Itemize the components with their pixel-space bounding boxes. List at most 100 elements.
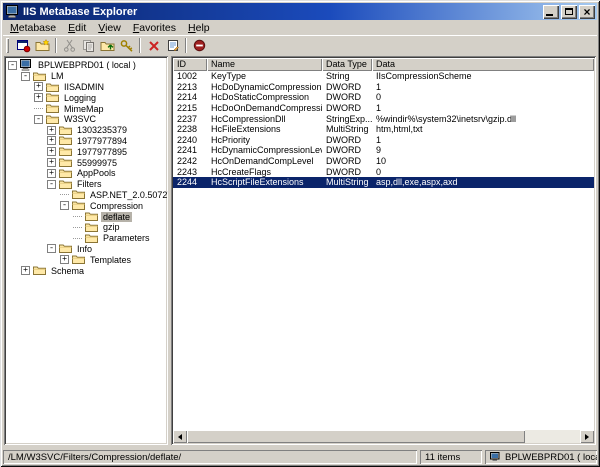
cell-data-type: DWORD bbox=[322, 167, 372, 177]
tree-item-label: LM bbox=[49, 71, 66, 81]
menu-view[interactable]: View bbox=[92, 22, 127, 35]
list-row-2238[interactable]: 2238HcFileExtensionsMultiStringhtm,html,… bbox=[173, 124, 594, 135]
cell-data: 9 bbox=[372, 145, 594, 155]
scroll-left-icon bbox=[175, 434, 182, 440]
cell-id: 2213 bbox=[173, 82, 207, 92]
cell-data: 0 bbox=[372, 92, 594, 102]
scroll-left-button[interactable] bbox=[173, 430, 187, 443]
tree-expand-icon[interactable]: + bbox=[47, 158, 56, 167]
add-data-button[interactable] bbox=[117, 37, 136, 54]
list-row-2237[interactable]: 2237HcCompressionDllStringExp...%windir%… bbox=[173, 113, 594, 124]
column-header-data[interactable]: Data bbox=[372, 58, 594, 71]
tree-collapse-icon[interactable]: - bbox=[21, 72, 30, 81]
tree-expand-icon[interactable]: + bbox=[47, 169, 56, 178]
tree-item-1977977895[interactable]: +1977977895 bbox=[8, 146, 166, 157]
tree-item-asp-net-2-0-50727-0[interactable]: ASP.NET_2.0.50727.0 bbox=[8, 190, 166, 201]
toolbar-grip[interactable] bbox=[6, 38, 9, 53]
tree-item-label: Parameters bbox=[101, 233, 152, 243]
tree-expand-icon[interactable]: + bbox=[34, 82, 43, 91]
cell-id: 2238 bbox=[173, 124, 207, 134]
tree-expand-icon[interactable]: + bbox=[21, 266, 30, 275]
scroll-track[interactable] bbox=[187, 430, 580, 443]
menu-favorites[interactable]: Favorites bbox=[127, 22, 182, 35]
tree-item-compression[interactable]: -Compression bbox=[8, 200, 166, 211]
horizontal-scrollbar[interactable] bbox=[173, 430, 594, 443]
tree-item-schema[interactable]: +Schema bbox=[8, 265, 166, 276]
tree-item-templates[interactable]: +Templates bbox=[8, 254, 166, 265]
new-record-button[interactable] bbox=[14, 37, 33, 54]
tree-item-lm[interactable]: - LM bbox=[8, 71, 166, 82]
menu-edit[interactable]: Edit bbox=[62, 22, 92, 35]
tree-collapse-icon[interactable]: - bbox=[8, 61, 17, 70]
tree-item-parameters[interactable]: Parameters bbox=[8, 233, 166, 244]
tree-item-label: ASP.NET_2.0.50727.0 bbox=[88, 190, 168, 200]
tree-item-deflate[interactable]: deflate bbox=[8, 211, 166, 222]
tree-expand-icon[interactable]: + bbox=[47, 147, 56, 156]
tree-collapse-icon[interactable]: - bbox=[47, 244, 56, 253]
column-header-name[interactable]: Name bbox=[207, 58, 322, 71]
list-row-2242[interactable]: 2242HcOnDemandCompLevelDWORD10 bbox=[173, 156, 594, 167]
titlebar[interactable]: IIS Metabase Explorer bbox=[3, 3, 597, 20]
cell-name: HcCompressionDll bbox=[207, 114, 322, 124]
maximize-button[interactable] bbox=[561, 5, 577, 19]
list-row-2213[interactable]: 2213HcDoDynamicCompressionDWORD1 bbox=[173, 82, 594, 93]
list-row-2214[interactable]: 2214HcDoStaticCompressionDWORD0 bbox=[173, 92, 594, 103]
list-row-2243[interactable]: 2243HcCreateFlagsDWORD0 bbox=[173, 166, 594, 177]
scroll-right-button[interactable] bbox=[580, 430, 594, 443]
tree-item-w3svc[interactable]: -W3SVC bbox=[8, 114, 166, 125]
properties-button[interactable] bbox=[163, 37, 182, 54]
folder-icon bbox=[72, 189, 85, 200]
list-row-2240[interactable]: 2240HcPriorityDWORD1 bbox=[173, 135, 594, 146]
menu-help[interactable]: Help bbox=[182, 22, 216, 35]
tree-item-info[interactable]: -Info bbox=[8, 244, 166, 255]
tree-expand-icon[interactable]: + bbox=[60, 255, 69, 264]
scroll-thumb[interactable] bbox=[187, 430, 525, 443]
up-one-level-icon bbox=[100, 39, 115, 52]
cell-data-type: DWORD bbox=[322, 145, 372, 155]
tree-item-filters[interactable]: -Filters bbox=[8, 179, 166, 190]
tree-item-gzip[interactable]: gzip bbox=[8, 222, 166, 233]
delete-button[interactable] bbox=[144, 37, 163, 54]
tree-collapse-icon[interactable]: - bbox=[60, 201, 69, 210]
folder-icon bbox=[85, 233, 98, 244]
cell-name: HcCreateFlags bbox=[207, 167, 322, 177]
tree-item-apppools[interactable]: +AppPools bbox=[8, 168, 166, 179]
cell-name: HcDoOnDemandCompression bbox=[207, 103, 322, 113]
folder-icon bbox=[59, 168, 72, 179]
tree-expand-icon[interactable]: + bbox=[47, 126, 56, 135]
tree-item-55999975[interactable]: +55999975 bbox=[8, 157, 166, 168]
tree-collapse-icon[interactable]: - bbox=[34, 115, 43, 124]
cell-id: 2215 bbox=[173, 103, 207, 113]
list-row-2215[interactable]: 2215HcDoOnDemandCompressionDWORD1 bbox=[173, 103, 594, 114]
server-icon bbox=[490, 452, 501, 462]
close-button[interactable] bbox=[579, 5, 595, 19]
tree-item-iisadmin[interactable]: + IISADMIN bbox=[8, 82, 166, 93]
column-header-id[interactable]: ID bbox=[173, 58, 207, 71]
menu-metabase[interactable]: Metabase bbox=[4, 22, 62, 35]
tree-line bbox=[34, 108, 43, 109]
new-key-button[interactable] bbox=[33, 37, 52, 54]
stop-button[interactable] bbox=[190, 37, 209, 54]
cell-data: IIsCompressionScheme bbox=[372, 71, 594, 81]
minimize-button[interactable] bbox=[543, 5, 559, 19]
up-one-level-button[interactable] bbox=[98, 37, 117, 54]
tree-item-1303235379[interactable]: +1303235379 bbox=[8, 125, 166, 136]
list-row-2244[interactable]: 2244HcScriptFileExtensionsMultiStringasp… bbox=[173, 177, 594, 188]
tree-item-mimemap[interactable]: MimeMap bbox=[8, 103, 166, 114]
tree-expand-icon[interactable]: + bbox=[34, 93, 43, 102]
cell-data-type: MultiString bbox=[322, 177, 372, 187]
tree-item-label: IISADMIN bbox=[62, 82, 106, 92]
toolbar-separator bbox=[185, 38, 187, 53]
folder-icon bbox=[72, 200, 85, 211]
tree-expand-icon[interactable]: + bbox=[47, 136, 56, 145]
tree-collapse-icon[interactable]: - bbox=[47, 180, 56, 189]
list-row-2241[interactable]: 2241HcDynamicCompressionLevelDWORD9 bbox=[173, 145, 594, 156]
tree-item-logging[interactable]: +Logging bbox=[8, 92, 166, 103]
cell-data-type: DWORD bbox=[322, 156, 372, 166]
folder-icon bbox=[59, 125, 72, 136]
tree-item-bplwebprd01-local[interactable]: -BPLWEBPRD01 ( local ) bbox=[8, 60, 166, 71]
tree-item-1977977894[interactable]: +1977977894 bbox=[8, 136, 166, 147]
list-row-1002[interactable]: 1002KeyTypeStringIIsCompressionScheme bbox=[173, 71, 594, 82]
cell-data: %windir%\system32\inetsrv\gzip.dll bbox=[372, 114, 594, 124]
column-header-data-type[interactable]: Data Type bbox=[322, 58, 372, 71]
